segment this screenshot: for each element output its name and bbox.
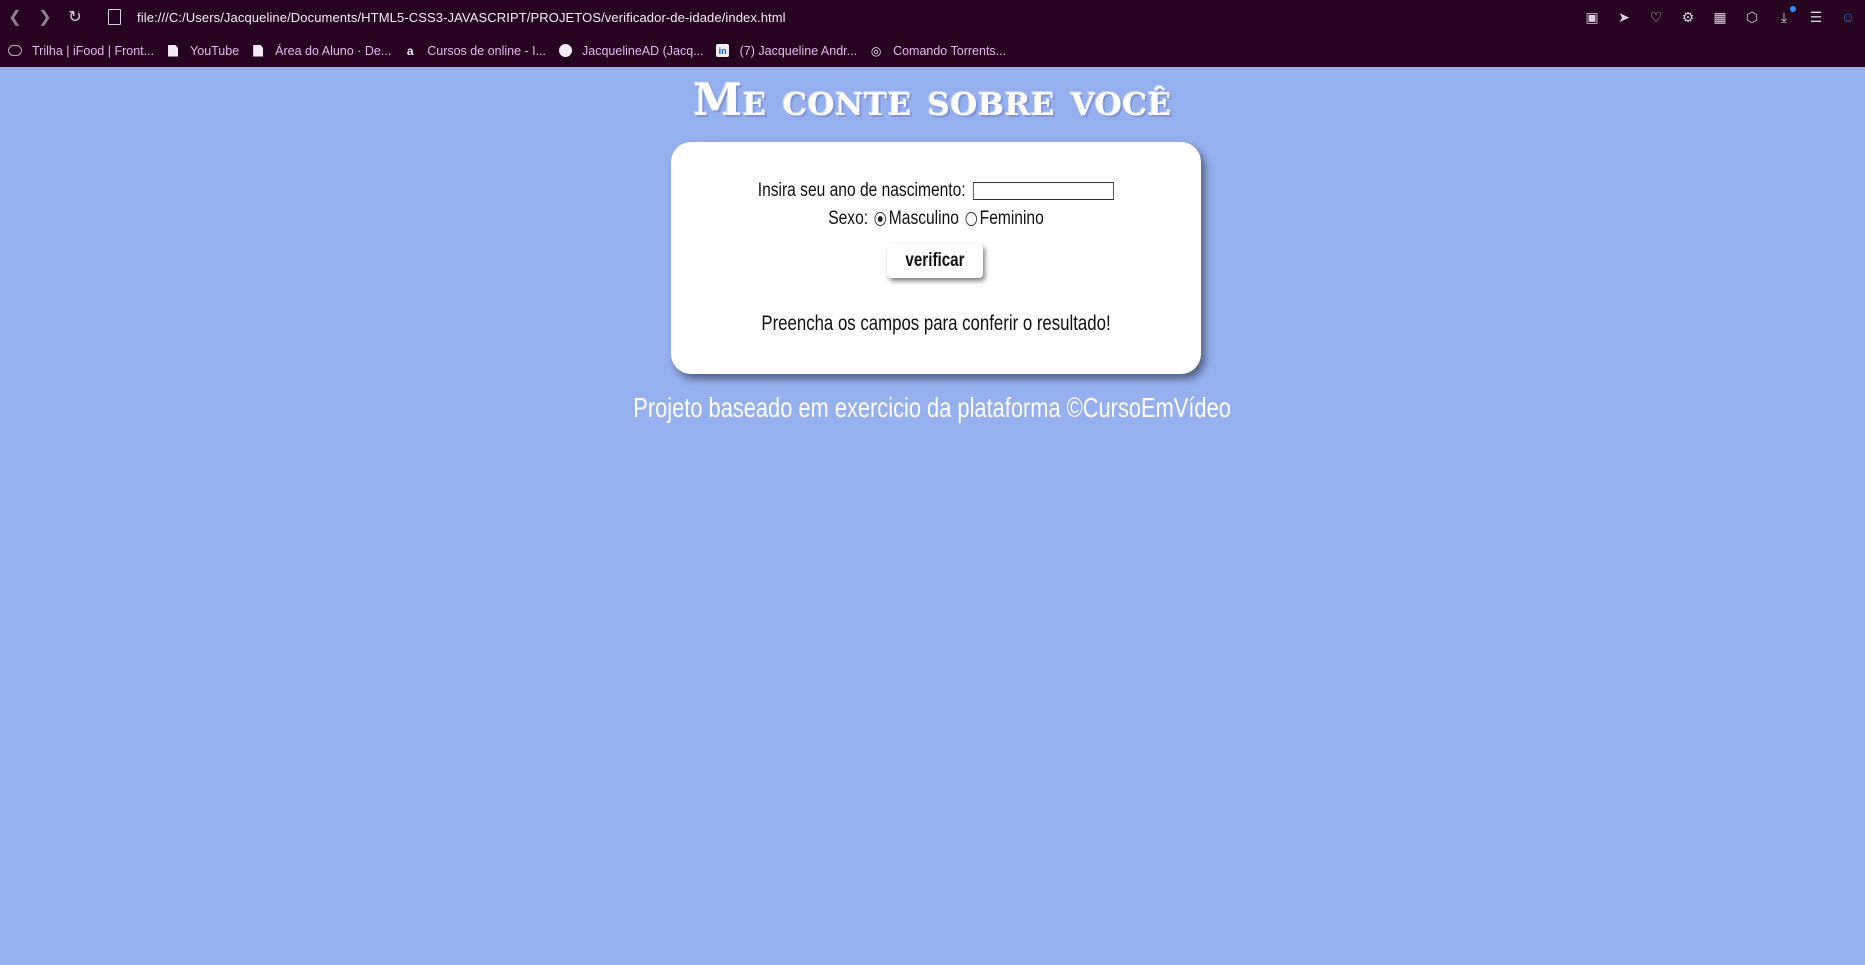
bookmark-label: JacquelineAD (Jacq... [582,43,704,58]
profile-icon[interactable]: ☺ [1839,8,1857,26]
bookmark-area-do-aluno[interactable]: Área do Aluno · De... [251,44,391,58]
alura-icon: a [406,43,414,58]
heart-icon[interactable]: ♡ [1647,8,1665,26]
footer-text: Projeto baseado em exercicio da platafor… [633,392,1232,423]
bookmark-label: Trilha | iFood | Front... [32,43,155,58]
bookmark-alura[interactable]: a Cursos de online - I... [403,44,546,58]
file-icon [251,44,265,58]
forward-icon[interactable]: ❯ [30,0,60,34]
camera-icon[interactable]: ▣ [1583,8,1601,26]
bookmark-github[interactable]: JacquelineAD (Jacq... [558,44,704,58]
year-row: Insira seu ano de nascimento: [719,180,1154,202]
bookmark-label: YouTube [190,43,240,58]
bookmark-torrents[interactable]: ◎ Comando Torrents... [869,44,1006,58]
result-text: Preencha os campos para conferir o resul… [761,312,1111,335]
bookmark-label: Área do Aluno · De... [275,43,392,58]
cloud-icon [8,44,22,58]
bookmark-label: (7) Jacqueline Andr... [739,43,858,58]
form-card: Insira seu ano de nascimento: Sexo: Masc… [671,142,1201,374]
bookmark-label: Cursos de online - I... [427,43,547,58]
download-icon[interactable]: ⤓ [1775,6,1796,26]
extension-icon[interactable]: ⚙ [1679,8,1697,26]
torrent-icon: ◎ [870,43,882,58]
notification-dot [1790,6,1796,12]
page-title: Me conte sobre você [693,75,1172,126]
cube-icon[interactable]: ⬡ [1743,8,1761,26]
radio-masculino[interactable] [874,211,887,226]
toolbar-actions: ▣ ➤ ♡ ⚙ ▦ ⬡ ⤓ ☰ ☺ [1583,0,1857,34]
sex-label: Sexo: [828,208,869,229]
bookmark-linkedin[interactable]: in (7) Jacqueline Andr... [716,44,857,58]
bookmark-label: Comando Torrents... [893,43,1007,58]
page-icon [108,9,121,25]
page-content: Me conte sobre você Insira seu ano de na… [0,67,1865,965]
sex-row: Sexo: Masculino Feminino [719,208,1154,230]
label-masculino[interactable]: Masculino [889,208,959,229]
verify-button-label: verificar [905,250,965,271]
back-icon[interactable]: ❮ [0,0,30,34]
bookmark-ifood[interactable]: Trilha | iFood | Front... [8,44,154,58]
year-input[interactable] [973,182,1115,200]
bookmarks-bar: Trilha | iFood | Front... YouTube Área d… [0,34,1865,67]
address-bar[interactable]: file:///C:/Users/Jacqueline/Documents/HT… [137,10,786,25]
bookmark-youtube[interactable]: YouTube [166,44,239,58]
browser-toolbar: ❮ ❯ ↻ file:///C:/Users/Jacqueline/Docume… [0,0,1865,34]
file-icon [166,44,180,58]
send-icon[interactable]: ➤ [1615,8,1633,26]
label-feminino[interactable]: Feminino [980,208,1044,229]
settings-icon[interactable]: ☰ [1807,8,1825,26]
translate-icon[interactable]: ▦ [1711,8,1729,26]
reload-icon[interactable]: ↻ [60,0,90,34]
footer: Projeto baseado em exercicio da platafor… [0,392,1865,424]
linkedin-icon: in [716,44,730,58]
verify-button[interactable]: verificar [887,244,983,278]
year-label: Insira seu ano de nascimento: [757,180,966,201]
github-icon [558,44,572,58]
radio-feminino[interactable] [965,211,978,226]
